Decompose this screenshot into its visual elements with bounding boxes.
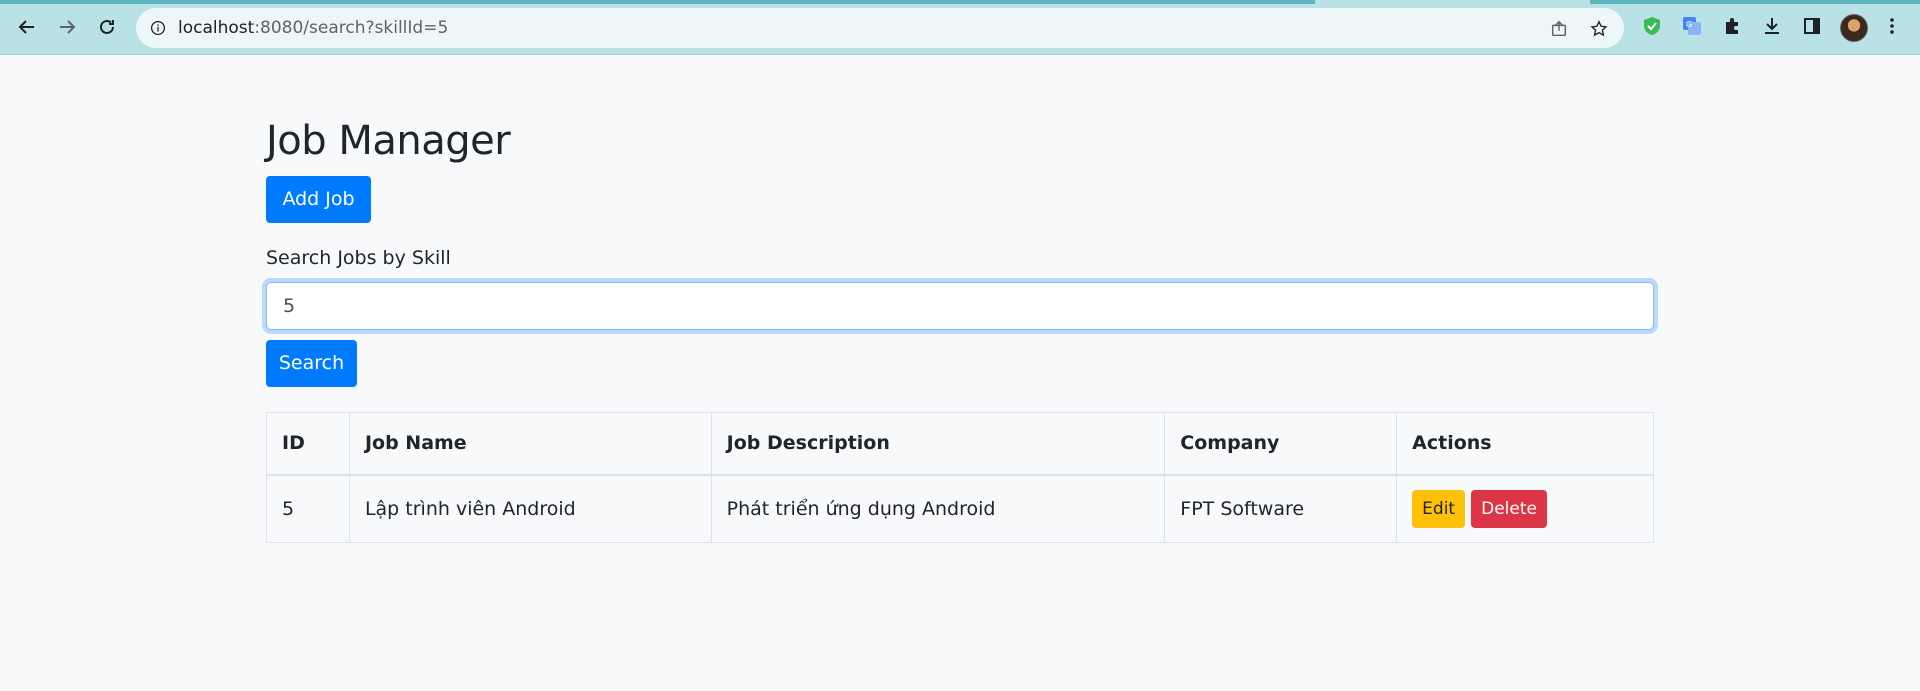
url-host: localhost — [178, 18, 255, 38]
search-label: Search Jobs by Skill — [266, 247, 451, 269]
translate-extension-icon[interactable]: G — [1680, 14, 1704, 38]
table-row: 5 Lập trình viên Android Phát triển ứng … — [266, 474, 1654, 543]
share-icon[interactable] — [1548, 18, 1570, 40]
cell-company: FPT Software — [1164, 474, 1398, 543]
menu-kebab-icon[interactable] — [1880, 14, 1904, 38]
table-header-row: ID Job Name Job Description Company Acti… — [266, 412, 1654, 476]
delete-button[interactable]: Delete — [1471, 489, 1547, 528]
page-title: Job Manager — [266, 118, 511, 164]
header-company: Company — [1164, 412, 1398, 476]
header-job-name: Job Name — [348, 412, 712, 476]
side-panel-icon[interactable] — [1800, 14, 1824, 38]
search-button[interactable]: Search — [266, 340, 357, 387]
edit-button[interactable]: Edit — [1412, 489, 1466, 528]
cell-actions: Edit Delete — [1396, 474, 1654, 543]
cell-job-name: Lập trình viên Android — [348, 474, 712, 543]
back-icon[interactable] — [12, 12, 42, 42]
add-job-button[interactable]: Add Job — [266, 176, 371, 223]
profile-avatar[interactable] — [1840, 14, 1868, 42]
address-bar[interactable]: localhost:8080/search?skillId=5 — [136, 8, 1624, 48]
download-icon[interactable] — [1760, 14, 1784, 38]
url-path: :8080/search?skillId=5 — [254, 18, 449, 38]
forward-icon[interactable] — [52, 12, 82, 42]
svg-text:G: G — [1686, 20, 1692, 29]
extensions-puzzle-icon[interactable] — [1720, 14, 1744, 38]
tab-strip-accent-right — [1590, 0, 1920, 4]
skill-search-input[interactable] — [266, 282, 1654, 330]
tab-strip-accent — [0, 0, 1315, 4]
browser-toolbar: localhost:8080/search?skillId=5 G — [0, 0, 1920, 55]
site-info-icon[interactable] — [148, 18, 168, 38]
reload-icon[interactable] — [92, 12, 122, 42]
header-id: ID — [266, 412, 350, 476]
header-actions: Actions — [1396, 412, 1654, 476]
header-job-description: Job Description — [710, 412, 1166, 476]
cell-id: 5 — [266, 474, 350, 543]
bookmark-star-icon[interactable] — [1588, 18, 1610, 40]
jobs-table: ID Job Name Job Description Company Acti… — [266, 412, 1654, 543]
shield-extension-icon[interactable] — [1640, 14, 1664, 38]
url-text: localhost:8080/search?skillId=5 — [178, 18, 448, 38]
cell-job-description: Phát triển ứng dụng Android — [710, 474, 1166, 543]
